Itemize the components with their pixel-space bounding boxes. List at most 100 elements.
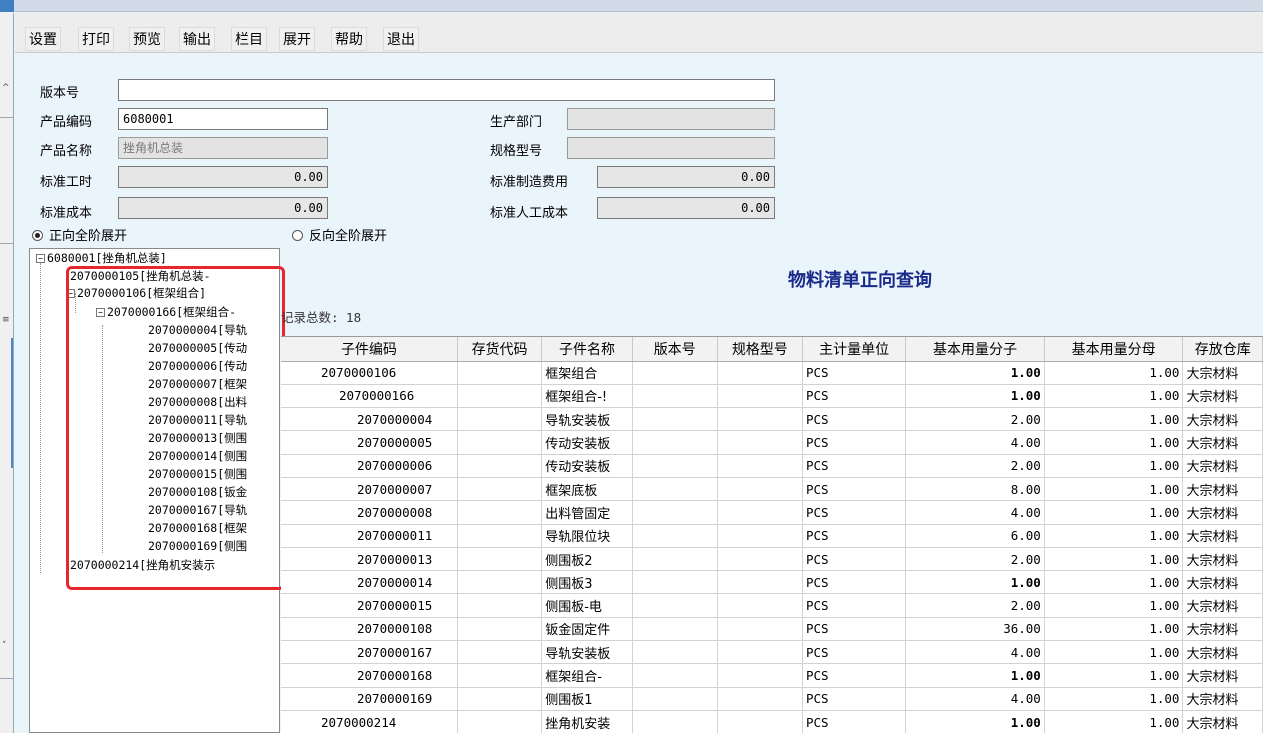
- column-header[interactable]: 基本用量分母: [1044, 337, 1184, 362]
- table-cell: [632, 710, 718, 733]
- tree-node[interactable]: 2070000005[传动: [148, 341, 247, 355]
- grip-icon[interactable]: ≡: [2, 315, 11, 325]
- tree-node[interactable]: −2070000166[框架组合-: [96, 305, 236, 319]
- table-cell: 2070000004: [281, 407, 458, 432]
- table-cell: 大宗材料: [1182, 500, 1263, 525]
- radio-reverse-expand[interactable]: 反向全阶展开: [292, 225, 387, 244]
- collapse-icon[interactable]: −: [96, 308, 105, 317]
- tree-node[interactable]: 2070000108[钣金: [148, 485, 247, 499]
- tree-node[interactable]: 2070000167[导轨: [148, 503, 247, 517]
- tree-node[interactable]: 2070000214[挫角机安装示: [70, 558, 215, 572]
- side-panel-strip: ^ ≡ ˅: [0, 13, 14, 733]
- tree-node-root[interactable]: −6080001[挫角机总装]: [36, 251, 167, 265]
- table-cell: [632, 640, 718, 665]
- table-cell: 2070000005: [281, 430, 458, 455]
- table-cell: 大宗材料: [1182, 524, 1263, 548]
- tree-node[interactable]: 2070000013[侧围: [148, 431, 247, 445]
- table-row[interactable]: 2070000168 框架组合- PCS 1.00 1.00 大宗材料: [281, 663, 1263, 688]
- table-cell: 1.00: [1044, 384, 1184, 409]
- chevron-up-icon[interactable]: ^: [2, 83, 11, 93]
- tree-node[interactable]: 2070000011[导轨: [148, 413, 247, 427]
- table-cell: 1.00: [905, 361, 1045, 385]
- menu-exit[interactable]: 退出: [383, 27, 419, 51]
- scroll-indicator[interactable]: [11, 338, 13, 468]
- table-cell: [457, 710, 543, 733]
- menu-export[interactable]: 输出: [179, 27, 215, 51]
- table-cell: [457, 477, 543, 502]
- table-cell: [632, 593, 718, 618]
- bom-grid[interactable]: 子件编码 存货代码 子件名称 版本号 规格型号 主计量单位 基本用量分子 基本用量分母 存放仓库…: [281, 336, 1263, 733]
- table-cell: [457, 407, 543, 432]
- tree-node[interactable]: −2070000106[框架组合]: [66, 286, 206, 300]
- tree-node[interactable]: 2070000007[框架: [148, 377, 247, 391]
- column-header[interactable]: 规格型号: [717, 337, 803, 362]
- version-field[interactable]: [118, 79, 775, 101]
- table-row[interactable]: 2070000011 导轨限位块 PCS 6.00 1.00 大宗材料: [281, 524, 1263, 548]
- collapse-icon[interactable]: −: [36, 254, 45, 263]
- bom-tree[interactable]: −6080001[挫角机总装] 2070000105[挫角机总装- −20700…: [29, 248, 280, 733]
- table-cell: 1.00: [1044, 687, 1184, 711]
- tree-node[interactable]: 2070000006[传动: [148, 359, 247, 373]
- tree-node[interactable]: 2070000168[框架: [148, 521, 247, 535]
- tree-node[interactable]: 2070000014[侧围: [148, 449, 247, 463]
- department-field: [567, 108, 775, 130]
- table-row[interactable]: 2070000167 导轨安装板 PCS 4.00 1.00 大宗材料: [281, 640, 1263, 665]
- table-row[interactable]: 2070000015 侧围板-电 PCS 2.00 1.00 大宗材料: [281, 593, 1263, 618]
- table-cell: [717, 384, 803, 409]
- radio-forward-expand[interactable]: 正向全阶展开: [32, 225, 127, 244]
- tree-node[interactable]: 2070000004[导轨: [148, 323, 247, 337]
- table-row[interactable]: 2070000108 钣金固定件 PCS 36.00 1.00 大宗材料: [281, 617, 1263, 642]
- table-row[interactable]: 2070000005 传动安装板 PCS 4.00 1.00 大宗材料: [281, 430, 1263, 455]
- table-cell: [457, 547, 543, 572]
- menu-help[interactable]: 帮助: [331, 27, 367, 51]
- product-code-field[interactable]: 6080001: [118, 108, 328, 130]
- tree-node[interactable]: 2070000105[挫角机总装-: [70, 269, 211, 283]
- table-cell: [717, 454, 803, 478]
- tree-node-label: 2070000214[挫角机安装示: [70, 558, 216, 572]
- menu-preview[interactable]: 预览: [129, 27, 165, 51]
- table-row[interactable]: 2070000008 出料管固定 PCS 4.00 1.00 大宗材料: [281, 500, 1263, 525]
- table-row[interactable]: 2070000214 挫角机安装 PCS 1.00 1.00 大宗材料: [281, 710, 1263, 733]
- divider: [0, 117, 14, 118]
- window-titlebar: [0, 0, 1263, 12]
- column-header[interactable]: 子件名称: [541, 337, 633, 362]
- tree-node[interactable]: 2070000008[出料: [148, 395, 247, 409]
- table-cell: 导轨安装板: [541, 640, 633, 665]
- collapse-icon[interactable]: −: [66, 289, 75, 298]
- column-header[interactable]: 基本用量分子: [905, 337, 1045, 362]
- tree-node-label: 2070000013[侧围: [148, 431, 248, 445]
- table-row[interactable]: 2070000014 侧围板3 PCS 1.00 1.00 大宗材料: [281, 570, 1263, 595]
- table-cell: 8.00: [905, 477, 1045, 502]
- tree-node[interactable]: 2070000169[侧围: [148, 539, 247, 553]
- menu-expand[interactable]: 展开: [279, 27, 315, 51]
- table-cell: 2070000166: [281, 384, 458, 409]
- table-cell: 大宗材料: [1182, 430, 1263, 455]
- tree-node[interactable]: 2070000015[侧围: [148, 467, 247, 481]
- chevron-down-icon[interactable]: ˅: [2, 641, 11, 651]
- column-header[interactable]: 存货代码: [457, 337, 543, 362]
- std-mfg-cost-label: 标准制造费用: [490, 175, 569, 190]
- table-row[interactable]: 2070000013 侧围板2 PCS 2.00 1.00 大宗材料: [281, 547, 1263, 572]
- column-header[interactable]: 主计量单位: [802, 337, 907, 362]
- column-header[interactable]: 版本号: [632, 337, 718, 362]
- table-row[interactable]: 2070000169 侧围板1 PCS 4.00 1.00 大宗材料: [281, 687, 1263, 711]
- menu-print[interactable]: 打印: [78, 27, 114, 51]
- tree-node-label: 2070000169[侧围: [148, 539, 248, 553]
- column-header[interactable]: 子件编码: [281, 337, 458, 362]
- table-cell: 2070000168: [281, 663, 458, 688]
- table-cell: PCS: [802, 640, 907, 665]
- table-cell: 大宗材料: [1182, 593, 1263, 618]
- menu-settings[interactable]: 设置: [25, 27, 61, 51]
- column-header[interactable]: 存放仓库: [1182, 337, 1263, 362]
- table-cell: [457, 617, 543, 642]
- menu-columns[interactable]: 栏目: [231, 27, 267, 51]
- table-row[interactable]: 2070000166 框架组合-! PCS 1.00 1.00 大宗材料: [281, 384, 1263, 409]
- table-cell: 大宗材料: [1182, 640, 1263, 665]
- table-row[interactable]: 2070000106 框架组合 PCS 1.00 1.00 大宗材料: [281, 361, 1263, 385]
- table-cell: PCS: [802, 663, 907, 688]
- table-row[interactable]: 2070000006 传动安装板 PCS 2.00 1.00 大宗材料: [281, 454, 1263, 478]
- table-row[interactable]: 2070000004 导轨安装板 PCS 2.00 1.00 大宗材料: [281, 407, 1263, 432]
- table-cell: PCS: [802, 570, 907, 595]
- tree-node-label: 2070000005[传动: [148, 341, 248, 355]
- table-row[interactable]: 2070000007 框架底板 PCS 8.00 1.00 大宗材料: [281, 477, 1263, 502]
